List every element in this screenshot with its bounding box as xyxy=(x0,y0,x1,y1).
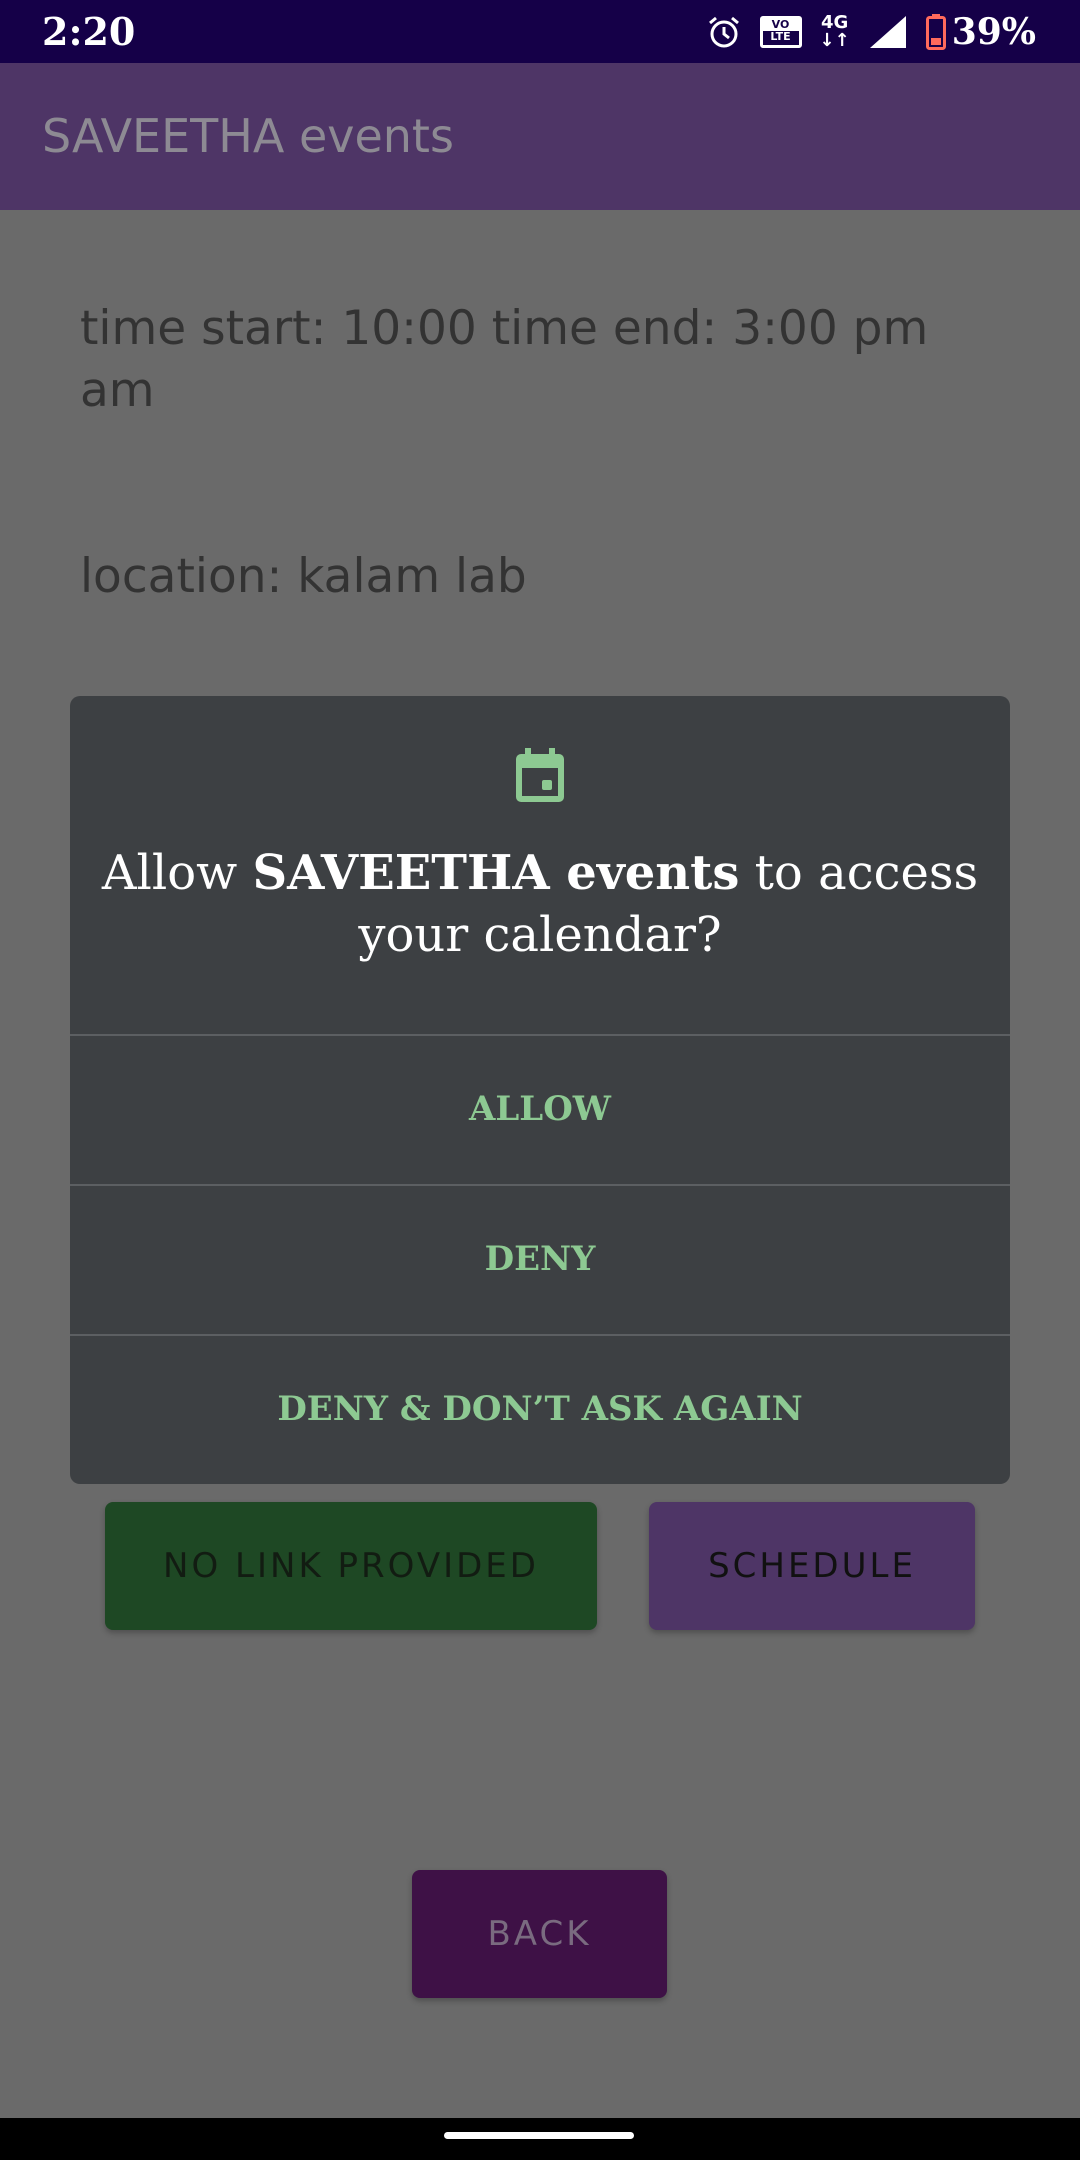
allow-button[interactable]: ALLOW xyxy=(70,1034,1010,1182)
event-time-text: time start: 10:00 time end: 3:00 pm am xyxy=(80,301,929,418)
schedule-button[interactable]: SCHEDULE xyxy=(649,1502,975,1630)
app-title: SAVEETHA events xyxy=(42,109,454,163)
network-4g-icon: 4G ↓↑ xyxy=(820,14,850,50)
no-link-button[interactable]: NO LINK PROVIDED xyxy=(105,1502,597,1630)
event-location-text: location: kalam lab xyxy=(80,549,527,604)
volte-icon: VO LTE xyxy=(759,16,802,48)
alarm-icon xyxy=(706,14,742,50)
deny-dont-ask-again-button[interactable]: DENY & DON’T ASK AGAIN xyxy=(70,1334,1010,1482)
dialog-title: Allow SAVEETHA events to access your cal… xyxy=(100,842,980,966)
app-bar: SAVEETHA events xyxy=(0,63,1080,210)
status-icons: VO LTE 4G ↓↑ 39% xyxy=(688,8,1036,56)
network-arrows: ↓↑ xyxy=(819,30,850,51)
volte-bottom-label: LTE xyxy=(770,30,791,43)
navigation-bar xyxy=(0,2118,1080,2160)
dialog-title-app-name: SAVEETHA events xyxy=(252,845,740,901)
home-gesture-handle[interactable] xyxy=(444,2132,634,2139)
back-button[interactable]: BACK xyxy=(412,1870,667,1998)
calendar-icon xyxy=(514,748,566,804)
permission-dialog: Allow SAVEETHA events to access your cal… xyxy=(70,696,1010,1484)
signal-icon xyxy=(868,14,908,50)
dialog-title-prefix: Allow xyxy=(101,845,253,901)
battery-percent: 39% xyxy=(951,11,1036,53)
battery-low-icon xyxy=(925,14,946,50)
status-bar: 2:20 VO LTE 4G ↓↑ 39% xyxy=(0,0,1080,63)
deny-button[interactable]: DENY xyxy=(70,1184,1010,1332)
status-time: 2:20 xyxy=(42,9,136,54)
